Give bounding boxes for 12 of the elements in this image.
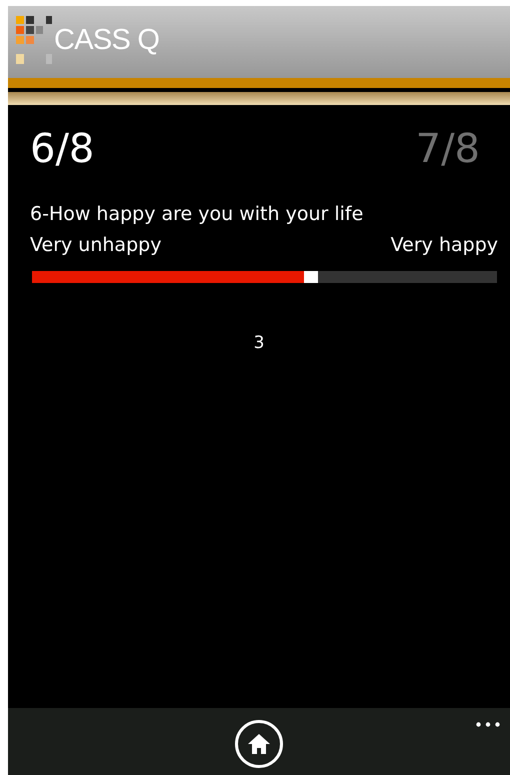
min-label: Very unhappy bbox=[30, 232, 162, 258]
slider-thumb[interactable] bbox=[304, 271, 318, 284]
question-text: 6-How happy are you with your life bbox=[30, 203, 364, 227]
slider-value: 3 bbox=[254, 332, 264, 356]
next-counter: 7/8 bbox=[416, 129, 480, 169]
home-icon bbox=[248, 734, 270, 754]
more-icon[interactable] bbox=[476, 722, 500, 727]
max-label: Very happy bbox=[390, 232, 498, 258]
slider-track[interactable] bbox=[32, 271, 497, 284]
app-title: CASS Q bbox=[54, 26, 160, 55]
question-counter: 6/8 bbox=[30, 129, 94, 169]
home-button[interactable] bbox=[235, 720, 283, 768]
